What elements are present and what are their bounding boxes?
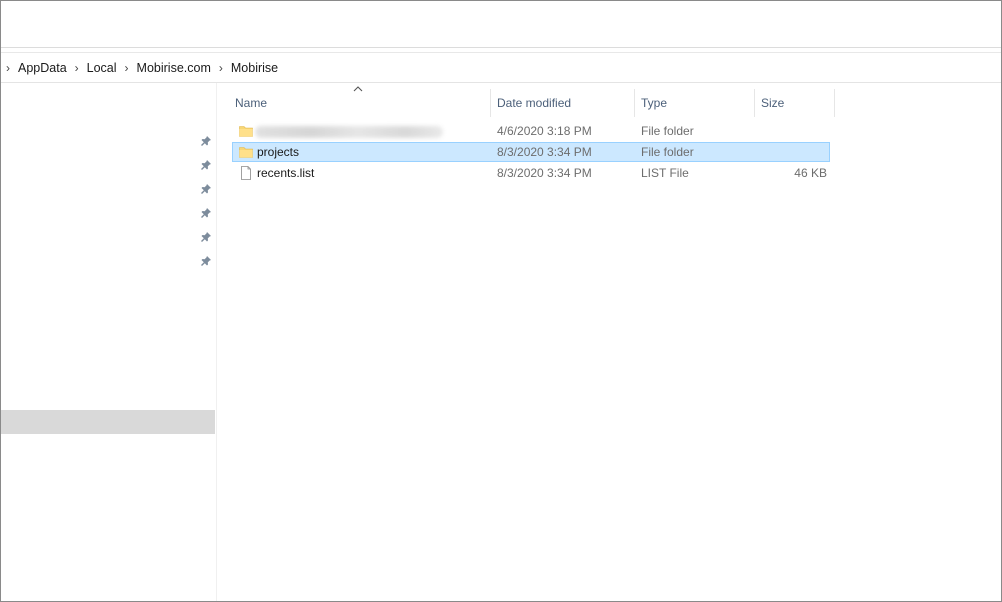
folder-icon (239, 124, 253, 138)
redacted-filename (255, 126, 443, 138)
navigation-pane[interactable] (1, 83, 215, 601)
chevron-right-icon[interactable]: › (67, 54, 87, 82)
folder-icon (239, 145, 253, 159)
pane-divider[interactable] (216, 83, 217, 601)
breadcrumb-item-mobirise-com[interactable]: Mobirise.com (137, 54, 211, 82)
file-row-recents-list[interactable]: recents.list 8/3/2020 3:34 PM LIST File … (232, 163, 830, 183)
file-type: LIST File (641, 166, 689, 180)
chevron-right-icon[interactable]: › (1, 54, 18, 82)
navpane-selected-item[interactable] (1, 410, 215, 434)
file-row-projects[interactable]: projects 8/3/2020 3:34 PM File folder (232, 142, 830, 162)
column-header-date-modified[interactable]: Date modified (491, 89, 635, 117)
column-header-name[interactable]: Name (229, 89, 491, 117)
file-date-modified: 4/6/2020 3:18 PM (497, 124, 592, 138)
pin-icon[interactable] (200, 231, 212, 243)
column-header-date-label: Date modified (497, 96, 572, 110)
ribbon-separator (1, 52, 1001, 53)
file-date-modified: 8/3/2020 3:34 PM (497, 145, 592, 159)
pin-icon[interactable] (200, 159, 212, 171)
breadcrumb-item-mobirise[interactable]: Mobirise (231, 54, 278, 82)
ribbon (1, 1, 1001, 48)
column-header-type-label: Type (641, 96, 668, 110)
document-icon (239, 166, 253, 180)
file-type: File folder (641, 145, 694, 159)
file-size: 46 KB (794, 166, 827, 180)
breadcrumb-item-local[interactable]: Local (87, 54, 117, 82)
chevron-right-icon[interactable]: › (117, 54, 137, 82)
pin-icon[interactable] (200, 183, 212, 195)
chevron-right-icon[interactable]: › (211, 54, 231, 82)
file-type: File folder (641, 124, 694, 138)
column-divider[interactable] (834, 89, 835, 117)
column-header-size[interactable]: Size (755, 89, 835, 117)
column-header-size-label: Size (761, 96, 785, 110)
file-explorer-window: › AppData › Local › Mobirise.com › Mobir… (0, 0, 1002, 602)
column-header-type[interactable]: Type (635, 89, 755, 117)
pin-icon[interactable] (200, 255, 212, 267)
file-name: projects (257, 145, 300, 159)
breadcrumb-item-appdata[interactable]: AppData (18, 54, 67, 82)
file-date-modified: 8/3/2020 3:34 PM (497, 166, 592, 180)
column-header-name-label: Name (235, 96, 268, 110)
pin-icon[interactable] (200, 207, 212, 219)
pin-icon[interactable] (200, 135, 212, 147)
file-name: recents.list (257, 166, 315, 180)
file-row-redacted-folder[interactable]: 4/6/2020 3:18 PM File folder (232, 121, 830, 141)
breadcrumb[interactable]: › AppData › Local › Mobirise.com › Mobir… (1, 54, 1001, 83)
